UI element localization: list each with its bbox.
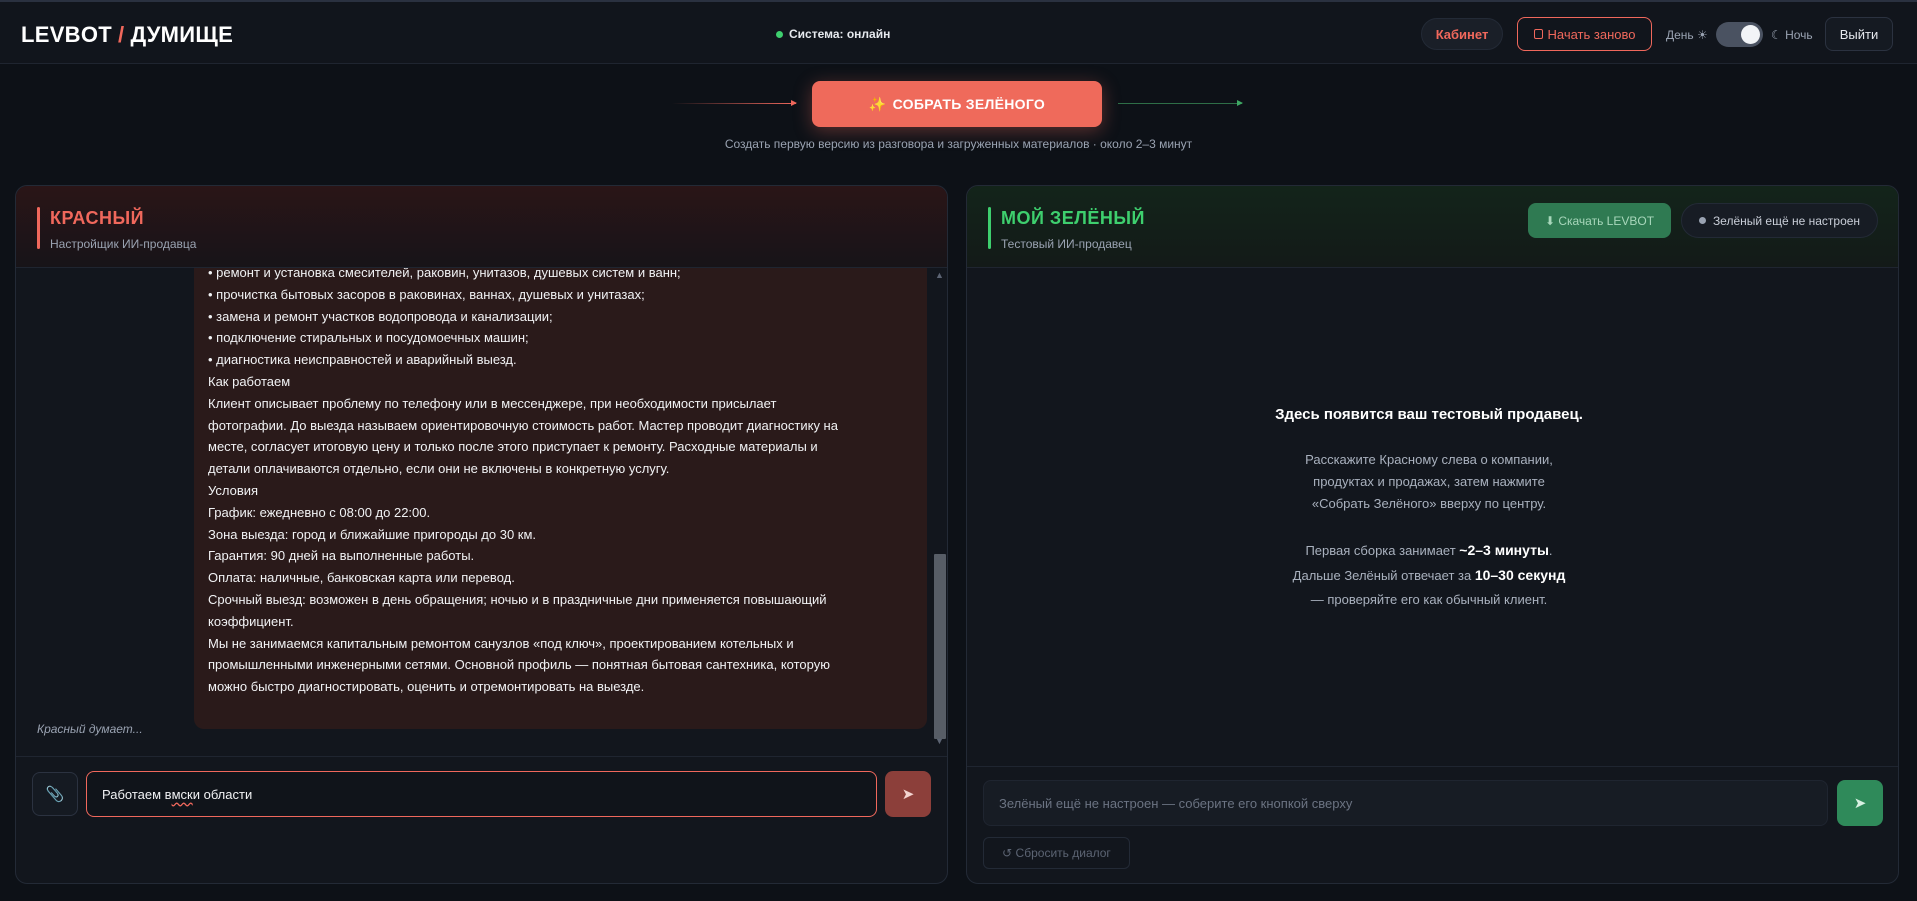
empty-state-timing: Первая сборка занимает ~2–3 минуты. Даль… — [1249, 538, 1609, 612]
top-bar: LEVBOT / ДУМИЩЕ Система: онлайн Кабинет На… — [0, 0, 1917, 64]
assemble-arrow-left — [672, 100, 797, 106]
scroll-up-arrow-icon[interactable]: ▲ — [935, 270, 944, 280]
app-logo: LEVBOT / ДУМИЩЕ — [21, 22, 233, 48]
timing-1-text: Первая сборка занимает — [1305, 543, 1460, 558]
empty-state-description: Расскажите Красному слева о компании, пр… — [1249, 449, 1609, 515]
message-line: Гарантия: 90 дней на выполненные работы. — [208, 548, 475, 564]
red-panel-subtitle: Настройщик ИИ-продавца — [50, 237, 197, 251]
logo-slash: / — [118, 22, 125, 47]
empty-desc-line-2: продуктах и продажах, затем нажмите — [1313, 474, 1545, 489]
message-line: Как работаем — [208, 373, 291, 389]
red-input-misspelled: мск — [171, 786, 193, 802]
exit-button[interactable]: Выйти — [1825, 17, 1893, 51]
reset-dialog-button[interactable]: ↺ Сбросить диалог — [983, 837, 1130, 869]
timing-line-3: — проверяйте его как обычный клиент. — [1310, 592, 1548, 607]
assistant-message-bubble: • ремонт и установка смесителей, раковин… — [194, 268, 927, 729]
message-line: можно быстро диагностировать, оценить и … — [208, 679, 645, 695]
message-line: фотографии. До выезда называем ориентиро… — [208, 417, 838, 433]
red-input-text-after: и области — [192, 786, 253, 802]
cabinet-label: Кабинет — [1435, 26, 1489, 42]
exit-label: Выйти — [1839, 26, 1879, 42]
empty-desc-line-1: Расскажите Красному слева о компании, — [1305, 452, 1553, 467]
restart-label: Начать заново — [1547, 26, 1636, 42]
timing-1-suffix: . — [1548, 543, 1553, 558]
send-icon: ➤ — [1853, 795, 1867, 812]
green-accent-bar — [988, 207, 991, 249]
status-dot-icon — [1698, 217, 1706, 224]
message-line: Клиент описывает проблему по телефону ил… — [208, 395, 777, 411]
red-message-input[interactable]: Работаем в мск и области — [86, 771, 877, 817]
system-status: Система: онлайн — [776, 27, 890, 41]
green-message-input[interactable]: Зелёный ещё не настроен — соберите его к… — [983, 780, 1828, 826]
timing-1-value: ~2–3 минуты — [1459, 542, 1549, 558]
red-panel-header: КРАСНЫЙ Настройщик ИИ-продавца — [16, 186, 947, 268]
message-line: промышленными инженерными сетями. Основн… — [208, 657, 830, 673]
green-panel-title: МОЙ ЗЕЛЁНЫЙ — [1001, 208, 1145, 228]
scroll-down-arrow-icon[interactable]: ▼ — [935, 736, 944, 746]
green-panel-header: МОЙ ЗЕЛЁНЫЙ Тестовый ИИ-продавец ⬇ Скача… — [967, 186, 1898, 268]
message-line: коэффициент. — [208, 613, 294, 629]
assemble-green-button[interactable]: ✨ СОБРАТЬ ЗЕЛЁНОГО — [812, 81, 1102, 127]
sparkle-icon: ✨ — [868, 95, 887, 112]
message-line: • подключение стиральных и посудомоечных… — [208, 330, 529, 346]
restart-square-icon — [1533, 29, 1543, 39]
assemble-label: СОБРАТЬ ЗЕЛЁНОГО — [892, 96, 1046, 112]
assemble-subtitle: Создать первую версию из разговора и заг… — [724, 137, 1193, 151]
download-label: ⬇ Скачать LEVBOT — [1544, 213, 1655, 228]
red-panel-title: КРАСНЫЙ — [50, 208, 145, 228]
message-line: детали оплачиваются отдельно, если они н… — [208, 461, 670, 477]
red-input-text-before: Работаем в — [102, 786, 172, 802]
message-line: месте, согласует итоговую цену и только … — [208, 439, 818, 455]
assemble-arrow-right — [1118, 100, 1243, 106]
message-line: • прочистка бытовых засоров в раковинах,… — [208, 286, 645, 302]
green-send-button[interactable]: ➤ — [1837, 780, 1883, 826]
message-line: Срочный выезд: возможен в день обращения… — [208, 591, 827, 607]
theme-night-label: ☾ Ночь — [1771, 28, 1813, 42]
green-status-badge: Зелёный ещё не настроен — [1681, 203, 1878, 238]
attach-button[interactable]: 📎 — [32, 772, 78, 816]
red-composer: 📎 Работаем в мск и области ➤ — [16, 756, 947, 883]
timing-2-value: 10–30 секунд — [1474, 567, 1566, 583]
empty-desc-line-3: «Собрать Зелёного» вверху по центру. — [1311, 496, 1547, 511]
logo-dumische: ДУМИЩЕ — [130, 22, 234, 47]
message-line: • диагностика неисправностей и аварийный… — [208, 352, 517, 368]
timing-line-1: Первая сборка занимает ~2–3 минуты. — [1249, 538, 1609, 563]
message-line: Оплата: наличные, банковская карта или п… — [208, 570, 515, 586]
green-status-text: Зелёный ещё не настроен — [1712, 213, 1861, 228]
red-chat-area[interactable]: • ремонт и установка смесителей, раковин… — [16, 268, 935, 738]
red-chat-scrollbar[interactable]: ▲ ▼ — [931, 268, 947, 752]
reset-dialog-label: ↺ Сбросить диалог — [1002, 846, 1111, 860]
empty-state-title: Здесь появится ваш тестовый продавец. — [1275, 406, 1583, 423]
download-levbot-button[interactable]: ⬇ Скачать LEVBOT — [1528, 203, 1671, 238]
green-input-placeholder: Зелёный ещё не настроен — соберите его к… — [999, 795, 1353, 811]
message-line: • ремонт и установка смесителей, раковин… — [208, 268, 681, 280]
theme-day-label: День ☀ — [1666, 28, 1708, 42]
green-panel-subtitle: Тестовый ИИ-продавец — [1001, 237, 1132, 251]
green-panel: МОЙ ЗЕЛЁНЫЙ Тестовый ИИ-продавец ⬇ Скача… — [966, 185, 1899, 884]
timing-2-text: Дальше Зелёный отвечает за — [1292, 568, 1475, 583]
logo-levbot: LEVBOT — [21, 22, 113, 47]
message-line: Зона выезда: город и ближайшие пригороды… — [208, 526, 537, 542]
red-accent-bar — [37, 207, 40, 249]
timing-line-2: Дальше Зелёный отвечает за 10–30 секунд — [1249, 563, 1609, 588]
red-send-button[interactable]: ➤ — [885, 771, 931, 817]
cabinet-button[interactable]: Кабинет — [1421, 18, 1503, 50]
message-line: Условия — [208, 482, 259, 498]
theme-toggle[interactable] — [1716, 22, 1763, 47]
message-line: Мы не занимаемся капитальным ремонтом са… — [208, 635, 794, 651]
red-thinking-indicator: Красный думает... — [37, 722, 143, 736]
paperclip-icon: 📎 — [45, 786, 65, 803]
message-line: График: ежедневно с 08:00 до 22:00. — [208, 504, 431, 520]
green-composer: Зелёный ещё не настроен — соберите его к… — [967, 766, 1898, 883]
red-panel: КРАСНЫЙ Настройщик ИИ-продавца • ремонт … — [15, 185, 948, 884]
restart-button[interactable]: Начать заново — [1517, 17, 1652, 51]
system-status-text: Система: онлайн — [789, 27, 891, 41]
status-dot-icon — [776, 30, 783, 38]
message-line: • замена и ремонт участков водопровода и… — [208, 308, 553, 324]
scroll-thumb[interactable] — [934, 554, 946, 739]
green-empty-state: Здесь появится ваш тестовый продавец. Ра… — [1249, 403, 1609, 612]
send-icon: ➤ — [901, 786, 915, 803]
theme-toggle-knob — [1741, 25, 1760, 44]
